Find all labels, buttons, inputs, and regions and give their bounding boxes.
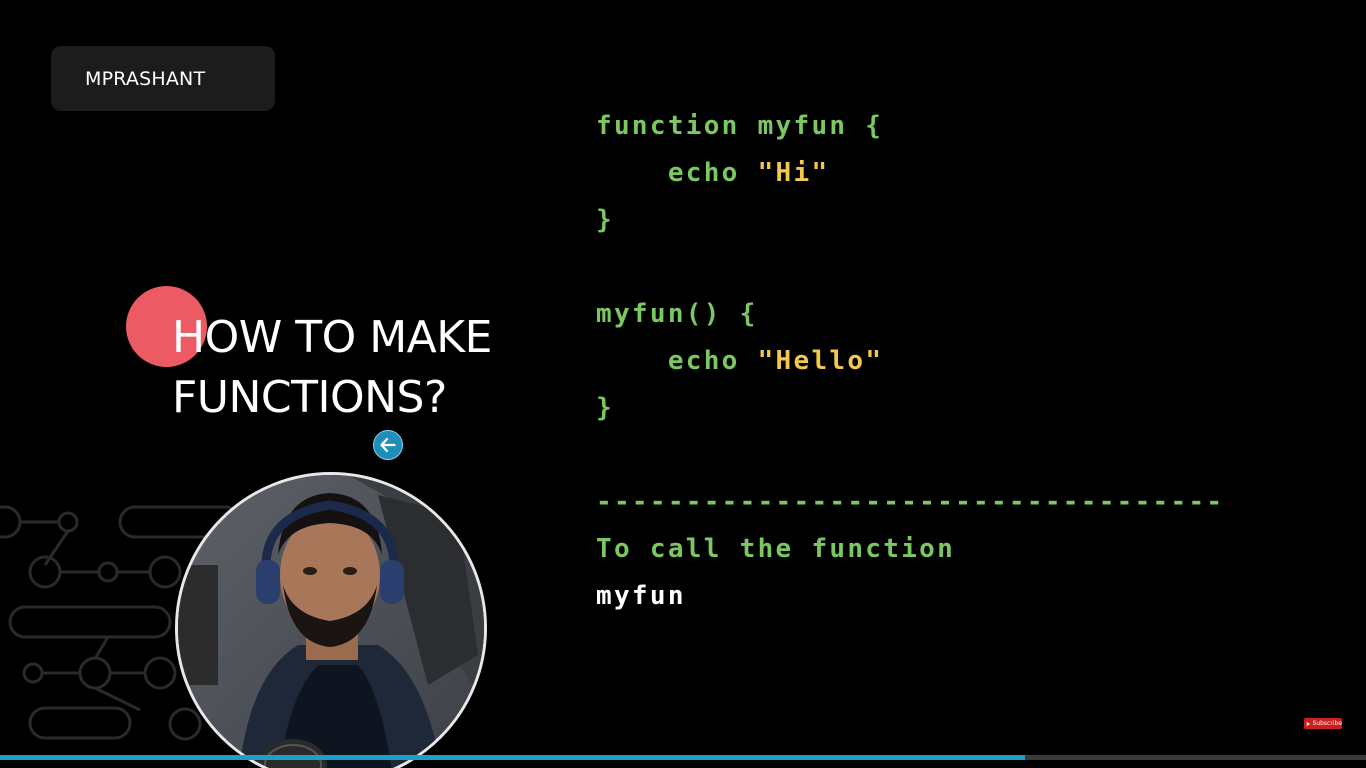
code-line: echo "Hello" [596, 338, 1224, 385]
code-line: } [596, 385, 1224, 432]
code-line: ----------------------------------- [596, 479, 1224, 526]
play-icon [1306, 721, 1311, 726]
code-token: "Hi" [757, 158, 830, 188]
back-arrow-glyph [380, 437, 396, 453]
code-token: echo [596, 158, 758, 188]
code-line: To call the function [596, 526, 1224, 573]
code-line: ​ [596, 432, 1224, 479]
slide-title: HOW TO MAKE FUNCTIONS? [172, 308, 492, 428]
slide-title-line-2: FUNCTIONS? [172, 372, 447, 423]
back-arrow-icon[interactable] [373, 430, 403, 460]
brand-badge: MPRASHANT [51, 46, 275, 111]
code-token: "Hello" [757, 346, 884, 376]
code-line: } [596, 197, 1224, 244]
code-line: echo "Hi" [596, 150, 1224, 197]
code-token: echo [596, 346, 758, 376]
subscribe-label: Subscribe [1312, 720, 1342, 727]
code-block: function myfun { echo "Hi"} ​ myfun() { ec… [596, 103, 1224, 620]
code-line: ​ [596, 244, 1224, 291]
code-token: } [596, 393, 614, 423]
video-progress-fill [0, 755, 1025, 760]
brand-name: MPRASHANT [85, 67, 206, 90]
subscribe-button[interactable]: Subscribe [1304, 718, 1342, 729]
code-line: function myfun { [596, 103, 1224, 150]
code-token: ----------------------------------- [596, 487, 1225, 517]
code-token: myfun() { [596, 299, 758, 329]
code-token: To call the function [596, 534, 956, 564]
presenter-illustration [178, 475, 484, 768]
presenter-webcam [175, 472, 487, 768]
slide-title-line-1: HOW TO MAKE [172, 312, 492, 363]
code-token: function myfun { [596, 111, 884, 141]
code-line: myfun [596, 573, 1224, 620]
code-token: } [596, 205, 614, 235]
video-progress-bar[interactable] [0, 755, 1366, 760]
code-token: myfun [596, 581, 686, 611]
code-line: myfun() { [596, 291, 1224, 338]
